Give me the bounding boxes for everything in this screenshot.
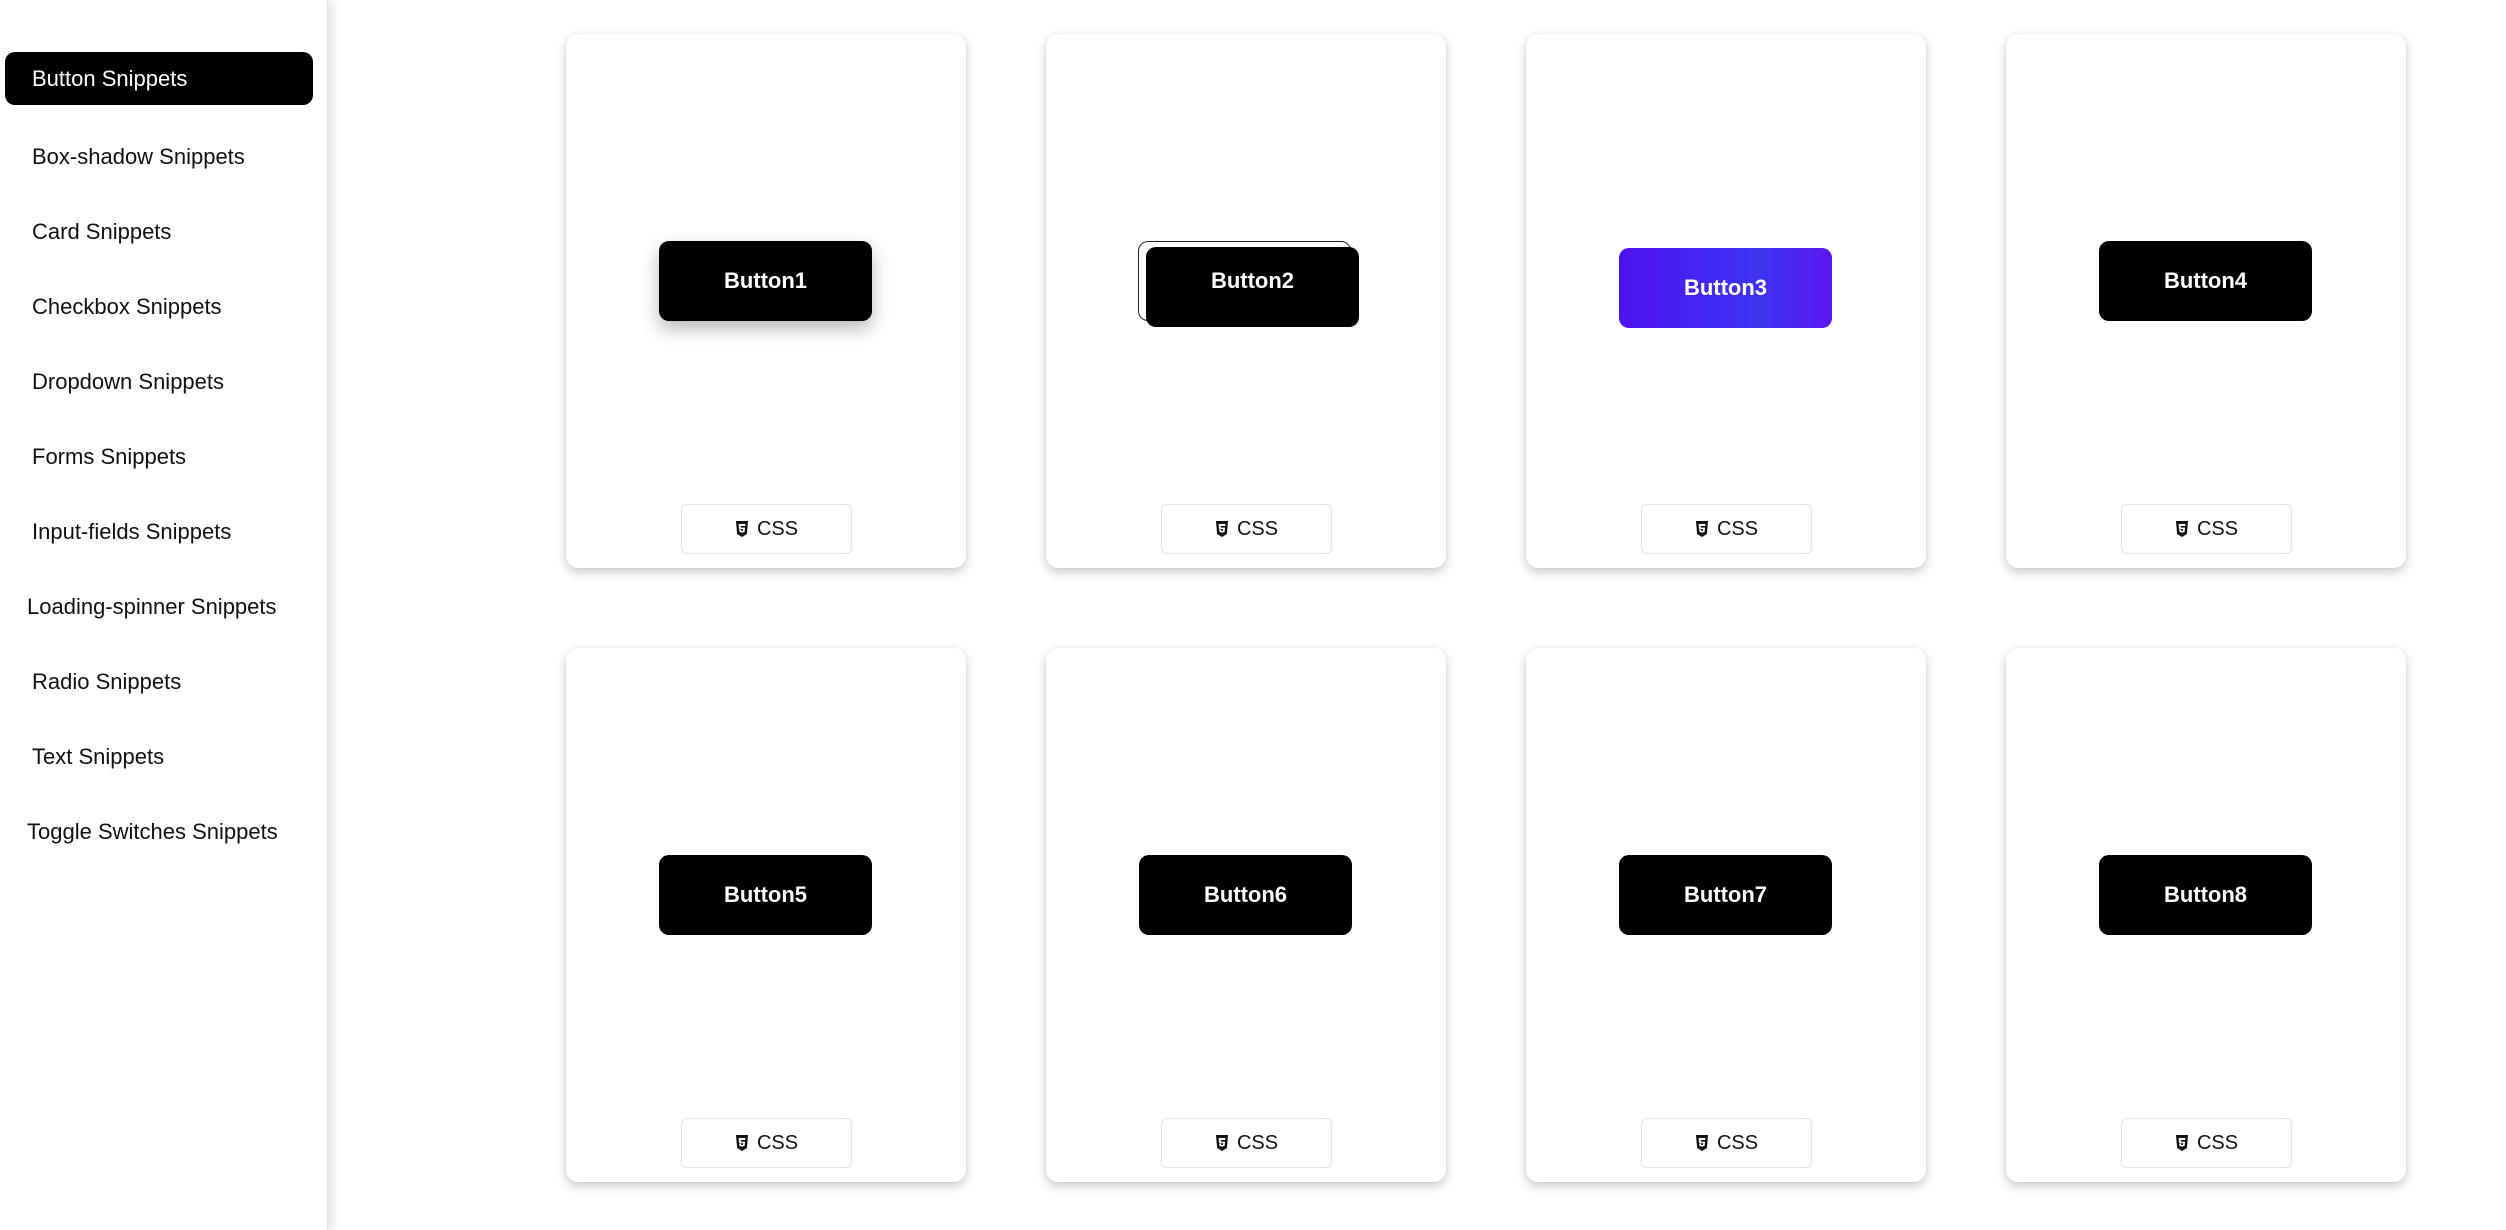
css3-icon [1215, 1135, 1228, 1151]
snippet-card: Button8 CSS [2006, 648, 2406, 1182]
sidebar-item-box-shadow-snippets[interactable]: Box-shadow Snippets [5, 125, 313, 188]
sidebar-item-input-fields-snippets[interactable]: Input-fields Snippets [5, 500, 313, 563]
sidebar-item-toggle-switches-snippets[interactable]: Toggle Switches Snippets [5, 800, 313, 863]
demo-button-5[interactable]: Button5 [659, 855, 872, 935]
demo-button-8[interactable]: Button8 [2099, 855, 2312, 935]
sidebar: Button Snippets Box-shadow Snippets Card… [0, 0, 328, 1230]
demo-button-1[interactable]: Button1 [659, 241, 872, 321]
sidebar-item-radio-snippets[interactable]: Radio Snippets [5, 650, 313, 713]
css-tag-button[interactable]: CSS [2121, 1118, 2292, 1168]
css-tag-button[interactable]: CSS [1641, 504, 1812, 554]
sidebar-item-button-snippets[interactable]: Button Snippets [5, 52, 313, 105]
demo-button-7[interactable]: Button7 [1619, 855, 1832, 935]
css3-icon [2175, 521, 2188, 537]
sidebar-item-card-snippets[interactable]: Card Snippets [5, 200, 313, 263]
snippet-card: Button3 CSS [1526, 34, 1926, 568]
css-tag-label: CSS [2196, 1131, 2239, 1154]
css-tag-label: CSS [756, 517, 799, 540]
css3-icon [1695, 1135, 1708, 1151]
css3-icon [2175, 1135, 2188, 1151]
sidebar-item-dropdown-snippets[interactable]: Dropdown Snippets [5, 350, 313, 413]
css-tag-button[interactable]: CSS [1161, 1118, 1332, 1168]
css3-icon [735, 521, 748, 537]
sidebar-item-loading-spinner-snippets[interactable]: Loading-spinner Snippets [5, 575, 313, 638]
snippet-card: Button6 CSS [1046, 648, 1446, 1182]
sidebar-item-text-snippets[interactable]: Text Snippets [5, 725, 313, 788]
snippet-card: Button7 CSS [1526, 648, 1926, 1182]
demo-button-3[interactable]: Button3 [1619, 248, 1832, 328]
css-tag-button[interactable]: CSS [1641, 1118, 1812, 1168]
demo-button-6[interactable]: Button6 [1139, 855, 1352, 935]
css-tag-button[interactable]: CSS [681, 504, 852, 554]
css-tag-button[interactable]: CSS [681, 1118, 852, 1168]
snippet-card: Button1 CSS [566, 34, 966, 568]
css-tag-label: CSS [1716, 1131, 1759, 1154]
demo-button-4[interactable]: Button4 [2099, 241, 2312, 321]
css-tag-label: CSS [2196, 517, 2239, 540]
sidebar-item-forms-snippets[interactable]: Forms Snippets [5, 425, 313, 488]
snippet-card: Button5 CSS [566, 648, 966, 1182]
css3-icon [735, 1135, 748, 1151]
css-tag-label: CSS [1236, 517, 1279, 540]
demo-button-2[interactable]: Button2 [1146, 247, 1359, 327]
css-tag-label: CSS [1716, 517, 1759, 540]
css-tag-label: CSS [756, 1131, 799, 1154]
snippet-card: Button2 CSS [1046, 34, 1446, 568]
sidebar-item-checkbox-snippets[interactable]: Checkbox Snippets [5, 275, 313, 338]
css-tag-button[interactable]: CSS [1161, 504, 1332, 554]
css-tag-button[interactable]: CSS [2121, 504, 2292, 554]
css3-icon [1695, 521, 1708, 537]
css-tag-label: CSS [1236, 1131, 1279, 1154]
css3-icon [1215, 521, 1228, 537]
snippet-card: Button4 CSS [2006, 34, 2406, 568]
